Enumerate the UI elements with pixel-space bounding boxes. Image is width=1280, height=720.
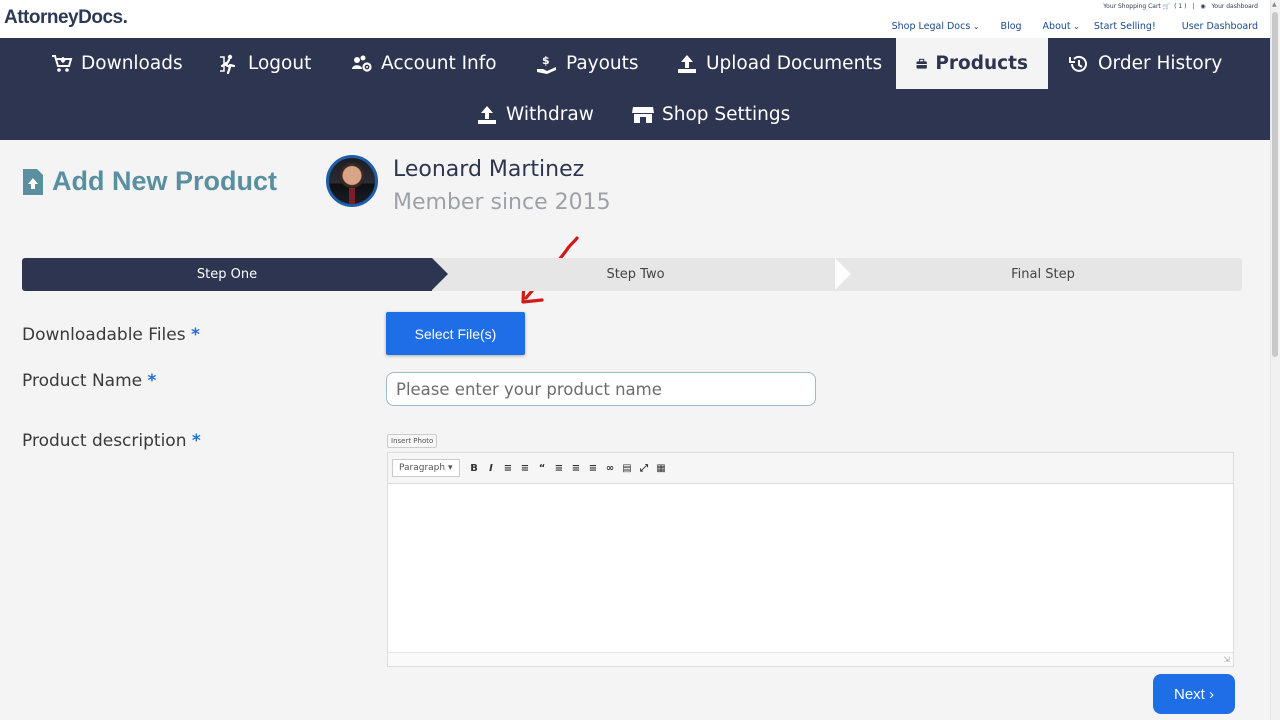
resize-handle-icon[interactable]: ⇲: [1223, 655, 1230, 664]
final-step: Final Step: [1011, 267, 1075, 282]
keyboard-icon[interactable]: ▦: [654, 461, 669, 476]
page-title: Add New Product: [22, 166, 277, 197]
editor-footer: ⇲: [388, 652, 1233, 666]
bold-icon[interactable]: B: [467, 461, 482, 476]
align-left-icon[interactable]: ≡: [552, 461, 567, 476]
nav-shop-settings[interactable]: Shop Settings: [632, 89, 790, 140]
align-right-icon[interactable]: ≡: [586, 461, 601, 476]
site-logo[interactable]: AttorneyDocs.: [4, 7, 128, 29]
nav-account-info[interactable]: Account Info: [351, 38, 497, 89]
history-icon: [1069, 55, 1087, 72]
scroll-up-icon[interactable]: ▲: [1272, 1, 1277, 8]
nav-logout[interactable]: Logout: [218, 38, 311, 89]
downloadable-files-label: Downloadable Files *: [22, 325, 200, 345]
dashboard-mini-link[interactable]: ◉ Your dashboard: [1200, 3, 1258, 10]
briefcase-icon: [916, 58, 927, 69]
main-nav: Downloads Logout Account Info $ Payouts …: [0, 38, 1270, 140]
nav-upload-documents[interactable]: Upload Documents: [676, 38, 882, 89]
paragraph-format-select[interactable]: Paragraph ▾: [392, 459, 460, 477]
store-icon: [632, 106, 654, 123]
editor-toolbar: Paragraph ▾ B I ≡ ≡ “ ≡ ≡ ≡ ∞ ▤ ⤢ ▦: [388, 453, 1233, 484]
step-two-arrow: [835, 258, 851, 290]
top-links: Shop Legal Docs Blog About Start Selling…: [871, 21, 1258, 32]
users-gear-icon: [352, 55, 372, 72]
insert-photo-button[interactable]: Insert Photo: [387, 434, 438, 448]
horizontal-rule-icon[interactable]: ▤: [620, 461, 635, 476]
link-icon[interactable]: ∞: [603, 461, 618, 476]
upload-icon: [478, 105, 496, 124]
scrollbar-thumb[interactable]: [1272, 12, 1278, 357]
logout-icon: [220, 54, 236, 74]
cart-download-icon: [52, 54, 73, 72]
user-dashboard-link[interactable]: User Dashboard: [1182, 21, 1258, 32]
nav-downloads[interactable]: Downloads: [51, 38, 183, 89]
nav-products[interactable]: Products: [896, 38, 1048, 89]
mini-links: Your Shopping Cart 🛒( 1 ) | ◉ Your dashb…: [1095, 3, 1258, 10]
shop-legal-docs-link[interactable]: Shop Legal Docs: [892, 21, 980, 32]
user-name: Leonard Martinez: [393, 157, 585, 182]
product-description-label: Product description *: [22, 431, 201, 451]
step-one-arrow: [432, 258, 448, 290]
required-marker: *: [191, 325, 200, 345]
hand-dollar-icon: $: [537, 54, 556, 74]
description-editor: Paragraph ▾ B I ≡ ≡ “ ≡ ≡ ≡ ∞ ▤ ⤢ ▦ ⇲: [387, 452, 1234, 667]
next-button[interactable]: Next ›: [1153, 674, 1235, 714]
product-name-input[interactable]: [386, 372, 816, 406]
step-progress: Step One Step Two Final Step: [22, 258, 1242, 291]
numbered-list-icon[interactable]: ≡: [518, 461, 533, 476]
file-upload-icon: [23, 168, 43, 195]
quote-icon[interactable]: “: [535, 461, 550, 476]
nav-withdraw[interactable]: Withdraw: [476, 89, 594, 140]
align-center-icon[interactable]: ≡: [569, 461, 584, 476]
product-name-label: Product Name *: [22, 371, 157, 391]
avatar: [326, 155, 378, 207]
about-link[interactable]: About: [1043, 21, 1080, 32]
upload-icon: [678, 54, 696, 73]
required-marker: *: [191, 431, 201, 451]
nav-payouts[interactable]: $ Payouts: [536, 38, 639, 89]
step-one: Step One: [22, 258, 432, 291]
nav-order-history[interactable]: Order History: [1068, 38, 1222, 89]
required-marker: *: [147, 371, 157, 391]
blog-link[interactable]: Blog: [1001, 21, 1022, 32]
step-two: Step Two: [606, 267, 665, 282]
bullet-list-icon[interactable]: ≡: [501, 461, 516, 476]
top-header: AttorneyDocs. Your Shopping Cart 🛒( 1 ) …: [0, 0, 1270, 38]
fullscreen-icon[interactable]: ⤢: [637, 461, 652, 476]
select-files-button[interactable]: Select File(s): [386, 312, 525, 355]
member-since: Member since 2015: [393, 190, 611, 215]
svg-text:$: $: [542, 54, 550, 67]
start-selling-link[interactable]: Start Selling!: [1094, 21, 1156, 32]
editor-text-area[interactable]: [388, 485, 1233, 653]
shopping-cart-link[interactable]: Your Shopping Cart 🛒( 1 ): [1099, 3, 1186, 10]
italic-icon[interactable]: I: [484, 461, 499, 476]
